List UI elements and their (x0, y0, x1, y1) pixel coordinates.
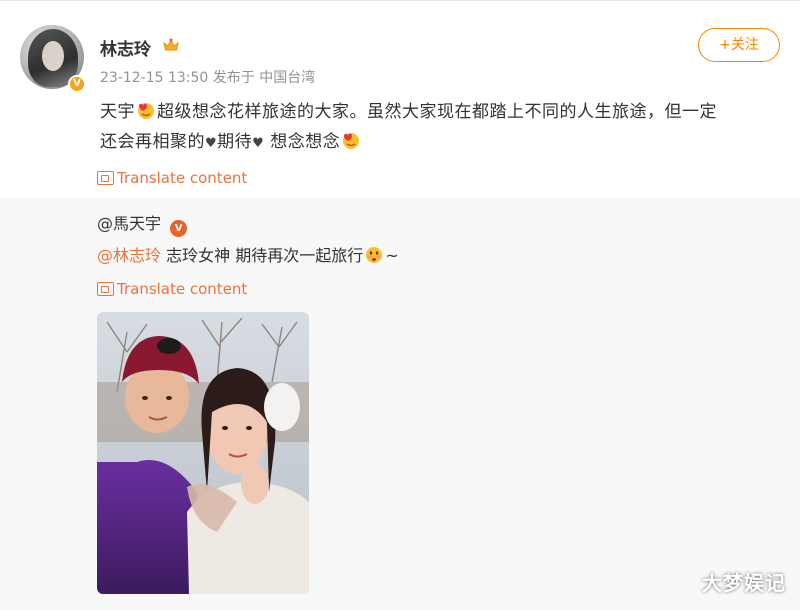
translate-label: Translate content (117, 280, 248, 298)
repost-photo[interactable] (97, 312, 309, 594)
crown-icon (163, 38, 179, 51)
verified-badge-icon: V (170, 220, 188, 237)
post-text-part: 还会再相聚的 (100, 132, 205, 152)
repost-card: @馬天宇 V @林志玲 志玲女神 期待再次一起旅行 ~ Translate con… (0, 198, 800, 610)
heart-icon: ♥ (252, 136, 265, 151)
repost-text: @林志玲 志玲女神 期待再次一起旅行 ~ (97, 242, 399, 266)
post-timestamp[interactable]: 23-12-15 13:50 (100, 70, 208, 86)
repost-tail: ~ (385, 246, 399, 265)
translate-button[interactable]: Translate content (97, 169, 247, 187)
post-text-part: 超级想念花样旅途的大家。虽然大家现在都踏上不同的人生旅途，但一定 (157, 102, 717, 122)
translate-label: Translate content (117, 169, 248, 187)
repost-body: 志玲女神 期待再次一起旅行 (161, 246, 364, 265)
post-meta: 23-12-15 13:50 发布于 中国台湾 (100, 67, 315, 87)
post-text-part: 天宇 (100, 102, 135, 122)
post-username[interactable]: 林志玲 (100, 35, 151, 60)
translate-icon (97, 282, 114, 296)
verified-badge-icon: V (68, 75, 86, 93)
repost-user[interactable]: @馬天宇 V (97, 210, 188, 237)
repost-username[interactable]: @馬天宇 (97, 214, 161, 233)
translate-button[interactable]: Translate content (97, 280, 247, 298)
blushing-face-emoji-icon (366, 247, 383, 263)
post-text-part: 期待 (217, 132, 253, 152)
avatar-face (42, 41, 64, 71)
heart-icon: ♥ (205, 136, 218, 151)
weibo-post: V 林志玲 23-12-15 13:50 发布于 中国台湾 +关注 天宇 超级想念… (0, 0, 800, 198)
follow-button[interactable]: +关注 (698, 28, 780, 62)
translate-icon (97, 171, 114, 185)
love-face-emoji-icon (138, 103, 154, 119)
post-location: 发布于 中国台湾 (212, 70, 316, 86)
post-text-part: 想念想念 (270, 132, 341, 152)
watermark: 大梦娱记 (702, 571, 786, 595)
mention-link[interactable]: @林志玲 (97, 246, 161, 265)
post-text: 天宇 超级想念花样旅途的大家。虽然大家现在都踏上不同的人生旅途，但一定 还会再相聚… (100, 97, 780, 159)
love-face-emoji-icon (343, 133, 360, 149)
